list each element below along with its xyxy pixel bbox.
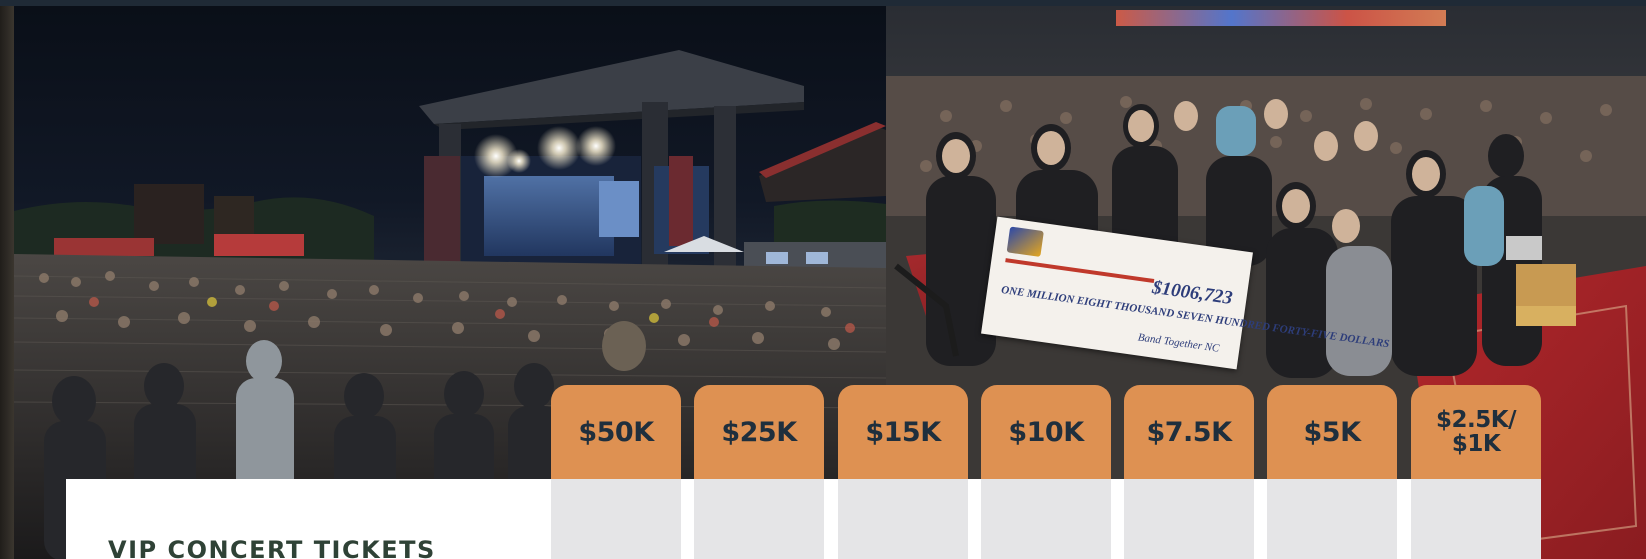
check-band (1005, 258, 1155, 284)
left-edge (0, 6, 14, 559)
tier-column-15k: $15K (838, 385, 968, 559)
tier-header-7-5k: $7.5K (1124, 385, 1254, 479)
tier-header-10k: $10K (981, 385, 1111, 479)
tier-cell-15k (838, 479, 968, 559)
tier-header-15k: $15K (838, 385, 968, 479)
tier-cell-25k (694, 479, 824, 559)
tier-column-5k: $5K (1267, 385, 1397, 559)
tier-cell-5k (1267, 479, 1397, 559)
check-signature: Band Together NC (1137, 331, 1221, 355)
tier-cell-10k (981, 479, 1111, 559)
sponsorship-page: $1006,723 ONE MILLION EIGHT THOUSAND SEV… (0, 0, 1646, 559)
tier-column-7-5k: $7.5K (1124, 385, 1254, 559)
tier-header-25k: $25K (694, 385, 824, 479)
tier-header-50k: $50K (551, 385, 681, 479)
tier-column-50k: $50K (551, 385, 681, 559)
tier-cell-2-5k-1k (1411, 479, 1541, 559)
tier-cell-7-5k (1124, 479, 1254, 559)
check-logo-icon (1006, 226, 1044, 257)
section-title: VIP CONCERT TICKETS (108, 536, 436, 559)
tier-column-25k: $25K (694, 385, 824, 559)
tier-column-10k: $10K (981, 385, 1111, 559)
tier-header-2-5k-1k: $2.5K/$1K (1411, 385, 1541, 479)
check-amount: $1006,723 (1150, 276, 1234, 310)
tier-header-5k: $5K (1267, 385, 1397, 479)
tier-column-2-5k-1k: $2.5K/$1K (1411, 385, 1541, 559)
tier-cell-50k (551, 479, 681, 559)
tier-columns: $50K $25K $15K $10K $7.5K $5K $2.5K/$1K (551, 385, 1546, 559)
